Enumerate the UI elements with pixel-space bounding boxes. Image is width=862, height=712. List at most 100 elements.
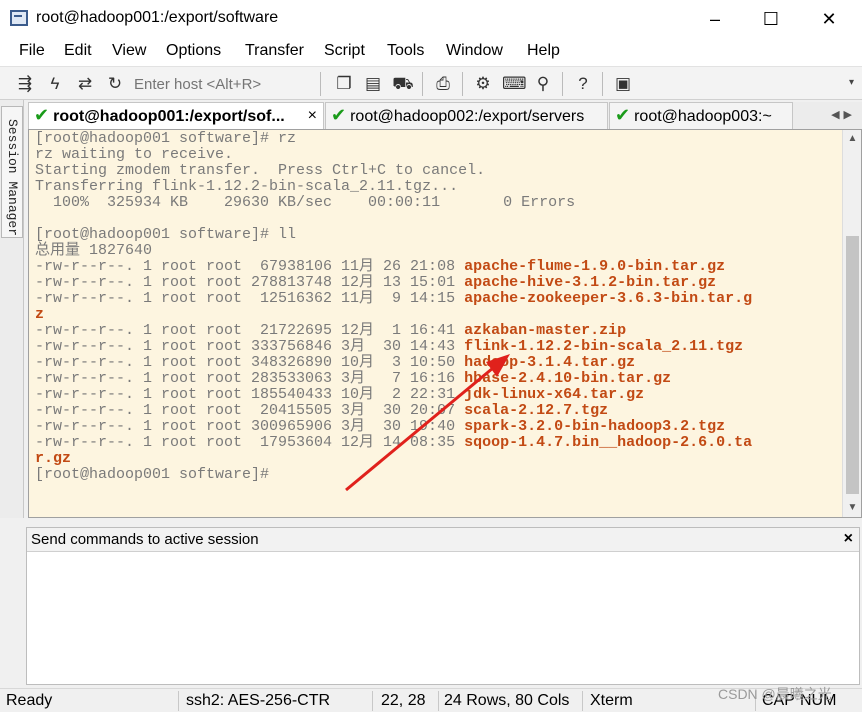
terminal-view[interactable]: [root@hadoop001 software]# rz rz waiting … [28,129,862,518]
scroll-down-icon[interactable]: ▼ [843,499,861,517]
status-size: 24 Rows, 80 Cols [444,692,570,709]
tab-hadoop003[interactable]: ✔ root@hadoop003:~ [609,102,793,129]
copy-icon[interactable]: ❐ [333,73,355,95]
session-manager-tab[interactable]: Session Manager [1,106,23,238]
command-panel-close-button[interactable]: × [844,530,853,548]
status-term: Xterm [590,692,633,709]
terminal-text: [root@hadoop001 software]# ll [35,226,297,243]
sftp-icon[interactable]: ⚲ [532,73,554,95]
terminal-line: -rw-r--r--. 1 root root 17953604 12月 14 … [35,435,835,451]
connect-icon[interactable]: ⇶ [14,73,36,95]
screen-icon[interactable]: ▣ [612,73,634,95]
connected-check-icon: ✔ [331,105,347,125]
status-cursor: 22, 28 [381,692,426,709]
file-name: z [35,306,45,323]
file-name: apache-zookeeper-3.6.3-bin.tar.g [464,290,753,307]
terminal-line: Starting zmodem transfer. Press Ctrl+C t… [35,163,835,179]
print-icon[interactable]: ⎙ [432,73,454,95]
toolbar-divider [422,72,423,96]
minimize-button[interactable]: – [692,4,738,34]
terminal-text: rz waiting to receive. [35,146,234,163]
toolbar-divider [462,72,463,96]
status-divider [178,691,179,711]
file-name: apache-hive-3.1.2-bin.tar.gz [464,274,717,291]
title-bar: root@hadoop001:/export/software – ☐ ✕ [0,0,862,38]
toolbar: ⇶ ϟ ⇄ ↻ ❐ ▤ ⛟ ⎙ ⚙ ⌨ ⚲ ? ▣ ▾ [0,66,862,100]
terminal-text: -rw-r--r--. 1 root root 278813748 12月 13… [35,274,465,291]
session-manager-sidebar: Session Manager [0,100,24,518]
menu-view[interactable]: View [112,42,146,60]
tab-label: root@hadoop003:~ [634,108,772,125]
terminal-line: r.gz [35,451,835,467]
toolbar-divider [320,72,321,96]
command-panel-title: Send commands to active session [31,531,259,548]
terminal-line: -rw-r--r--. 1 root root 278813748 12月 13… [35,275,835,291]
find-icon[interactable]: ⛟ [392,73,414,95]
toolbar-overflow-icon[interactable]: ▾ [849,77,854,88]
tab-hadoop001[interactable]: ✔ root@hadoop001:/export/sof... × [28,102,324,129]
connected-check-icon: ✔ [34,105,50,125]
terminal-text: Transferring flink-1.12.2-bin-scala_2.11… [35,178,459,195]
tab-close-button[interactable]: × [308,103,317,128]
tab-label: root@hadoop002:/export/servers [350,108,585,125]
terminal-line: -rw-r--r--. 1 root root 333756846 3月 30 … [35,339,835,355]
terminal-text: [root@hadoop001 software]# rz [35,130,297,147]
file-name: hadoop-3.1.4.tar.gz [464,354,636,371]
status-divider [372,691,373,711]
status-divider [438,691,439,711]
scrollbar-thumb[interactable] [846,236,859,494]
file-name: hbase-2.4.10-bin.tar.gz [464,370,672,387]
terminal-text: -rw-r--r--. 1 root root 300965906 3月 30 … [35,418,465,435]
terminal-text: -rw-r--r--. 1 root root 17953604 12月 14 … [35,434,465,451]
reconnect-icon[interactable]: ⇄ [74,73,96,95]
tab-hadoop002[interactable]: ✔ root@hadoop002:/export/servers [325,102,608,129]
disconnect-icon[interactable]: ↻ [104,73,126,95]
menu-edit[interactable]: Edit [64,42,92,60]
terminal-scrollbar[interactable]: ▲ ▼ [842,130,861,517]
terminal-line: -rw-r--r--. 1 root root 12516362 11月 9 1… [35,291,835,307]
quick-connect-icon[interactable]: ϟ [44,73,66,95]
terminal-text: 100% 325934 KB 29630 KB/sec 00:00:11 0 E… [35,194,576,211]
file-name: spark-3.2.0-bin-hadoop3.2.tgz [464,418,726,435]
terminal-text: -rw-r--r--. 1 root root 283533063 3月 7 1… [35,370,465,387]
settings-icon[interactable]: ⚙ [472,73,494,95]
terminal-line: -rw-r--r--. 1 root root 300965906 3月 30 … [35,419,835,435]
keymap-icon[interactable]: ⌨ [502,73,527,95]
terminal-output: [root@hadoop001 software]# rz rz waiting … [35,131,835,483]
toolbar-divider [562,72,563,96]
terminal-line: [root@hadoop001 software]# rz [35,131,835,147]
terminal-text: -rw-r--r--. 1 root root 348326890 10月 3 … [35,354,465,371]
close-window-button[interactable]: ✕ [806,4,852,34]
tab-label: root@hadoop001:/export/sof... [53,108,285,125]
menu-window[interactable]: Window [446,42,503,60]
status-divider [582,691,583,711]
window-title: root@hadoop001:/export/software [36,9,279,26]
command-input[interactable] [29,555,857,681]
command-panel-header: Send commands to active session × [27,528,859,552]
terminal-line: z [35,307,835,323]
file-name: flink-1.12.2-bin-scala_2.11.tgz [464,338,744,355]
menu-help[interactable]: Help [527,42,560,60]
paste-icon[interactable]: ▤ [362,73,384,95]
scroll-up-icon[interactable]: ▲ [843,130,861,148]
file-name: r.gz [35,450,72,467]
terminal-text: -rw-r--r--. 1 root root 185540433 10月 2 … [35,386,465,403]
terminal-line: -rw-r--r--. 1 root root 283533063 3月 7 1… [35,371,835,387]
watermark: CSDN @晨曦之光 [718,686,832,702]
menu-script[interactable]: Script [324,42,365,60]
tab-scroll-arrows-icon[interactable]: ◀▶ [831,108,856,121]
toolbar-divider [602,72,603,96]
terminal-text: Starting zmodem transfer. Press Ctrl+C t… [35,162,486,179]
enter-host-input[interactable] [134,73,314,95]
menu-transfer[interactable]: Transfer [245,42,304,60]
menu-file[interactable]: File [19,42,45,60]
terminal-line: 100% 325934 KB 29630 KB/sec 00:00:11 0 E… [35,195,835,211]
menu-options[interactable]: Options [166,42,221,60]
help-icon[interactable]: ? [572,73,594,95]
terminal-line: -rw-r--r--. 1 root root 21722695 12月 1 1… [35,323,835,339]
session-tabs: ✔ root@hadoop001:/export/sof... × ✔ root@h… [28,102,862,129]
maximize-button[interactable]: ☐ [748,4,794,34]
terminal-line: -rw-r--r--. 1 root root 185540433 10月 2 … [35,387,835,403]
menu-tools[interactable]: Tools [387,42,424,60]
